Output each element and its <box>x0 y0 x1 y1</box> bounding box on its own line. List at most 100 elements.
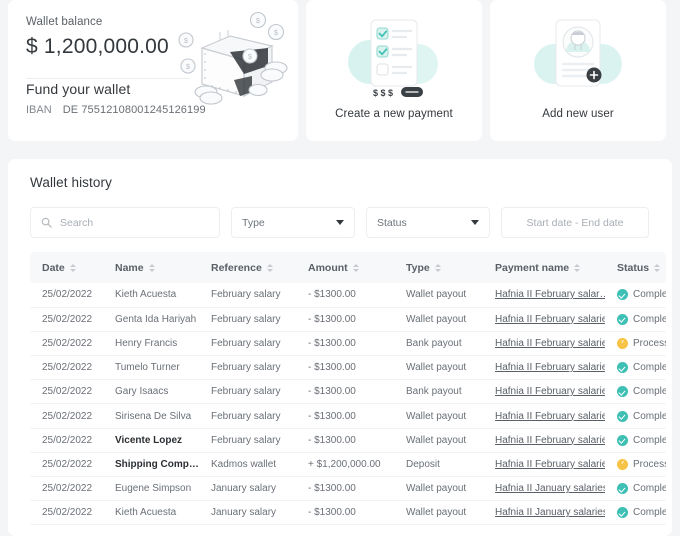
column-header-status-label: Status <box>617 262 649 274</box>
status-label: Completed <box>633 314 666 325</box>
column-header-amount-label: Amount <box>308 262 348 274</box>
cell-date: 25/02/2022 <box>30 331 103 355</box>
payment-name-link[interactable]: Hafnia II January salaries <box>495 483 605 494</box>
column-header-date[interactable]: Date <box>30 252 103 283</box>
add-new-user-label: Add new user <box>542 108 614 120</box>
payment-name-link[interactable]: Hafnia II February salar… <box>495 289 605 300</box>
cell-status: Completed <box>605 501 666 525</box>
status-label: Completed <box>633 411 666 422</box>
check-circle-icon <box>617 483 628 494</box>
table-row[interactable]: 25/02/2022Gary IsaacsFebruary salary- $1… <box>30 380 666 404</box>
status-badge: Completed <box>617 411 666 422</box>
column-header-date-label: Date <box>42 262 65 274</box>
search-icon <box>41 217 52 228</box>
user-profile-card-icon <box>528 12 628 102</box>
cell-payment-name: Hafnia II February salaries <box>483 356 605 380</box>
cell-status: Completed <box>605 428 666 452</box>
check-circle-icon <box>617 362 628 373</box>
cell-date: 25/02/2022 <box>30 380 103 404</box>
sort-icon[interactable] <box>267 264 273 272</box>
table-header: Date Name Reference Amount Type Payment … <box>30 252 666 283</box>
cell-date: 25/02/2022 <box>30 501 103 525</box>
svg-text:$: $ <box>274 30 278 37</box>
payment-name-link[interactable]: Hafnia II February salaries <box>495 362 605 373</box>
sort-icon[interactable] <box>574 264 580 272</box>
cell-name: Kieth Acuesta <box>103 501 199 525</box>
cell-name: Henry Francis <box>103 331 199 355</box>
payment-name-link[interactable]: Hafnia II February salaries <box>495 386 605 397</box>
status-label: Completed <box>633 507 666 518</box>
table-row[interactable]: 25/02/2022Vicente LopezFebruary salary- … <box>30 428 666 452</box>
add-new-user-card[interactable]: Add new user <box>490 0 666 141</box>
table-row[interactable]: 25/02/2022Genta Ida HariyahFebruary sala… <box>30 307 666 331</box>
payment-name-link[interactable]: Hafnia II February salaries <box>495 338 605 349</box>
table-header-row: Date Name Reference Amount Type Payment … <box>30 252 666 283</box>
cell-type: Wallet payout <box>394 283 483 307</box>
sort-icon[interactable] <box>70 264 76 272</box>
type-filter-select[interactable]: Type <box>231 207 355 238</box>
table-row[interactable]: 25/02/2022Kieth AcuestaJanuary salary- $… <box>30 501 666 525</box>
cell-reference: January salary <box>199 477 296 501</box>
payment-name-link[interactable]: Hafnia II February salaries <box>495 411 605 422</box>
payment-name-link[interactable]: Hafnia II February salaries <box>495 314 605 325</box>
cell-type: Bank payout <box>394 331 483 355</box>
column-header-reference[interactable]: Reference <box>199 252 296 283</box>
column-header-name[interactable]: Name <box>103 252 199 283</box>
status-filter-select[interactable]: Status <box>366 207 490 238</box>
cell-date: 25/02/2022 <box>30 428 103 452</box>
table-row[interactable]: 25/02/2022Henry FrancisFebruary salary- … <box>30 331 666 355</box>
cell-amount: - $1300.00 <box>296 356 394 380</box>
column-header-type-label: Type <box>406 262 430 274</box>
cell-type: Bank payout <box>394 380 483 404</box>
cell-payment-name: Hafnia II February salar… <box>483 283 605 307</box>
wallet-with-coins-icon: $$ $$ $ <box>172 8 292 108</box>
sort-icon[interactable] <box>435 264 441 272</box>
table-row[interactable]: 25/02/2022Eugene SimpsonJanuary salary- … <box>30 477 666 501</box>
cell-amount: - $1300.00 <box>296 307 394 331</box>
check-circle-icon <box>617 411 628 422</box>
cell-payment-name: Hafnia II February salaries <box>483 380 605 404</box>
cell-name: Vicente Lopez <box>103 428 199 452</box>
summary-cards-row: Wallet balance $ 1,200,000.00 Fund your … <box>8 0 672 145</box>
payment-name-link[interactable]: Hafnia II February salaries <box>495 459 605 470</box>
table-row[interactable]: 25/02/2022Shipping CompanyKadmos wallet+… <box>30 452 666 476</box>
cell-amount: - $1300.00 <box>296 428 394 452</box>
cell-amount: - $1300.00 <box>296 404 394 428</box>
payment-name-link[interactable]: Hafnia II January salaries <box>495 507 605 518</box>
clock-circle-icon <box>617 459 628 470</box>
status-label: Processing <box>633 338 666 349</box>
status-label: Completed <box>633 289 666 300</box>
cell-payment-name: Hafnia II February salaries <box>483 307 605 331</box>
history-filters: Search Type Status Start date - End date <box>30 207 658 238</box>
table-row[interactable]: 25/02/2022Tumelo TurnerFebruary salary- … <box>30 356 666 380</box>
search-input[interactable]: Search <box>30 207 220 238</box>
sort-icon[interactable] <box>353 264 359 272</box>
create-new-payment-card[interactable]: $ $ $ Create a new payment <box>306 0 482 141</box>
status-label: Completed <box>633 362 666 373</box>
cell-status: Completed <box>605 380 666 404</box>
column-header-status[interactable]: Status <box>605 252 666 283</box>
cell-date: 25/02/2022 <box>30 477 103 501</box>
svg-text:$: $ <box>186 64 190 71</box>
column-header-amount[interactable]: Amount <box>296 252 394 283</box>
sort-icon[interactable] <box>149 264 155 272</box>
table-row[interactable]: 25/02/2022Kieth AcuestaFebruary salary- … <box>30 283 666 307</box>
cell-payment-name: Hafnia II February salaries <box>483 452 605 476</box>
chevron-down-icon <box>336 220 344 225</box>
table-body: 25/02/2022Kieth AcuestaFebruary salary- … <box>30 283 666 525</box>
sort-icon[interactable] <box>654 264 660 272</box>
column-header-payment-name[interactable]: Payment name <box>483 252 605 283</box>
cell-reference: February salary <box>199 380 296 404</box>
cell-type: Wallet payout <box>394 501 483 525</box>
cell-reference: Kadmos wallet <box>199 452 296 476</box>
cell-date: 25/02/2022 <box>30 283 103 307</box>
cell-reference: February salary <box>199 404 296 428</box>
cell-name: Kieth Acuesta <box>103 283 199 307</box>
payment-name-link[interactable]: Hafnia II February salaries <box>495 435 605 446</box>
cell-name: Genta Ida Hariyah <box>103 307 199 331</box>
column-header-type[interactable]: Type <box>394 252 483 283</box>
status-badge: Processing <box>617 459 666 470</box>
cell-payment-name: Hafnia II January salaries <box>483 501 605 525</box>
date-range-input[interactable]: Start date - End date <box>501 207 649 238</box>
table-row[interactable]: 25/02/2022Sirisena De SilvaFebruary sala… <box>30 404 666 428</box>
